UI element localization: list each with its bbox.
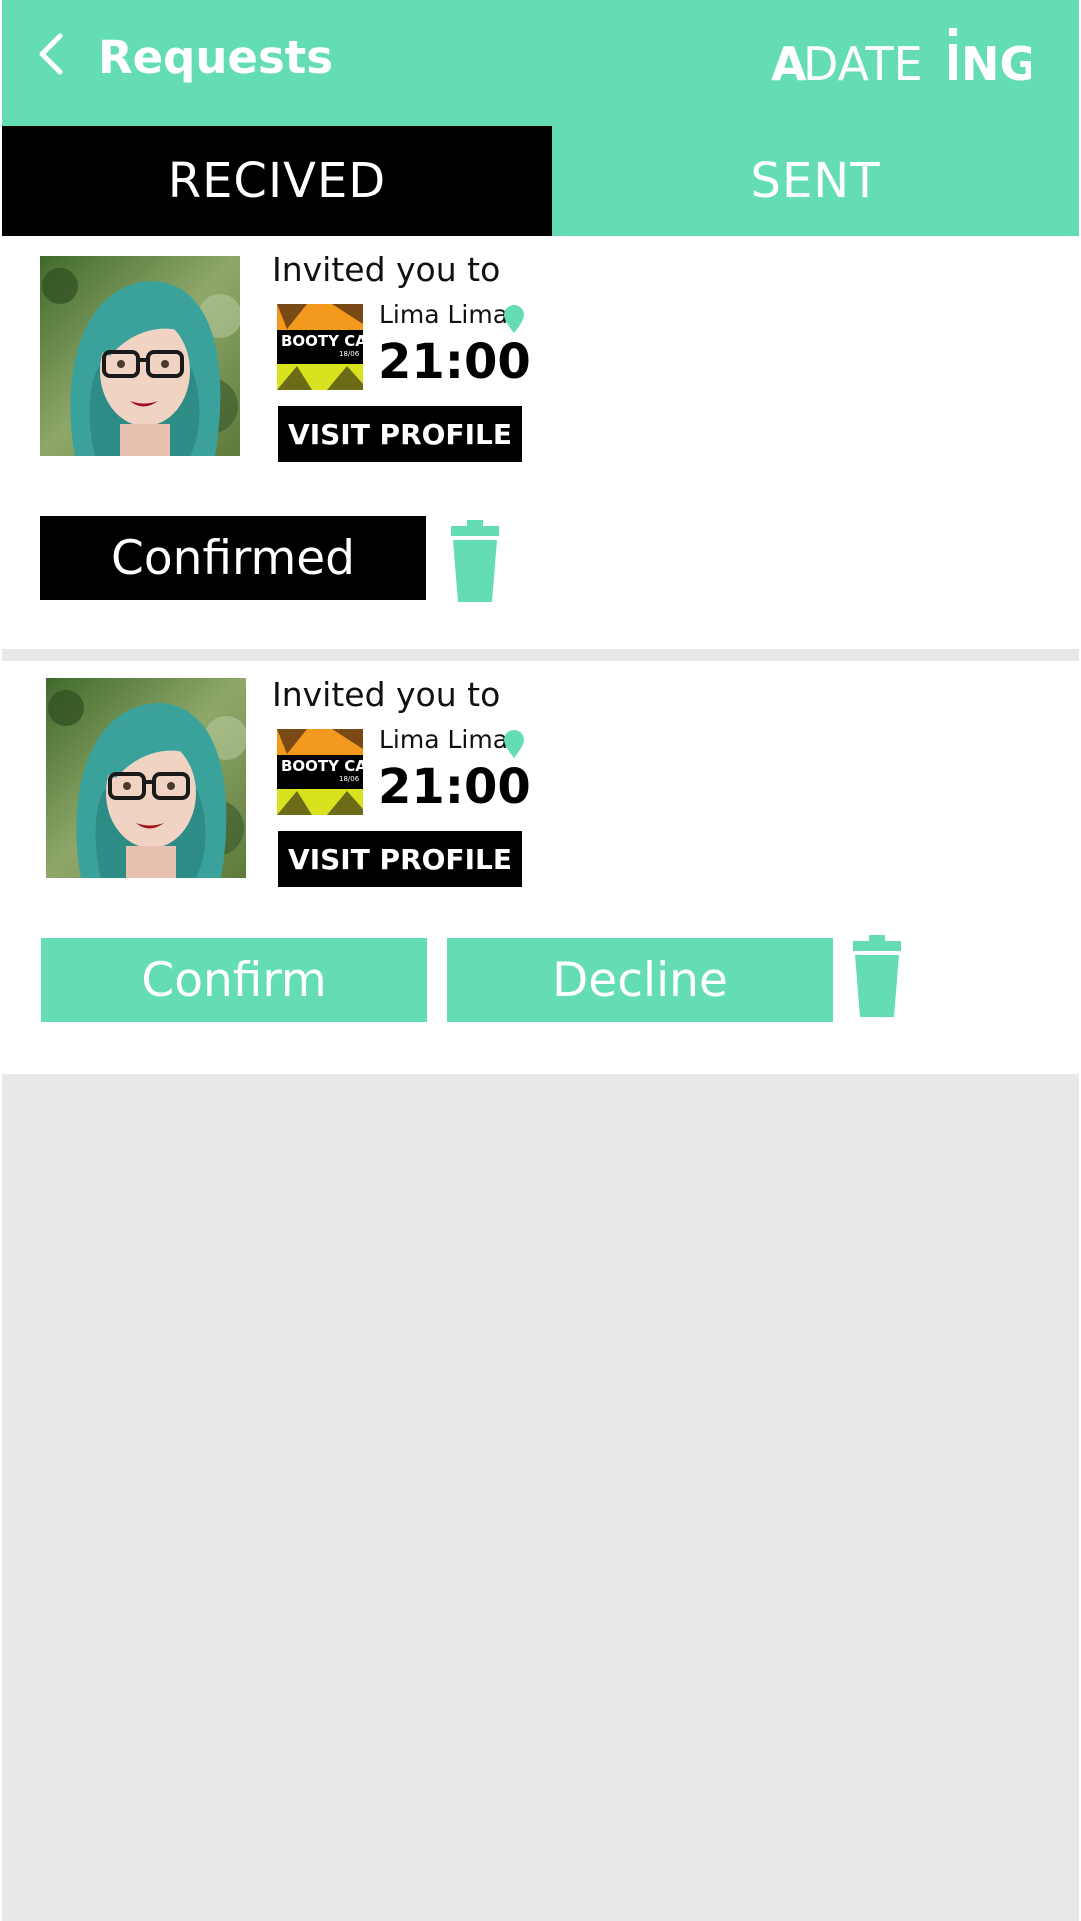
- invite-label: Invited you to: [272, 250, 501, 289]
- avatar[interactable]: [40, 256, 240, 456]
- location-pin-icon: [502, 304, 526, 334]
- invite-label: Invited you to: [272, 675, 501, 714]
- decline-button[interactable]: Decline: [447, 938, 833, 1022]
- tab-received[interactable]: RECIVED: [2, 126, 552, 236]
- confirm-button[interactable]: Confirm: [41, 938, 427, 1022]
- event-thumbnail[interactable]: BOOTY CALL 18/06: [277, 729, 363, 815]
- request-tabs: RECIVED SENT: [2, 126, 1079, 236]
- svg-text:NG: NG: [961, 37, 1031, 91]
- event-time: 21:00: [378, 334, 531, 390]
- request-card: Invited you to BOOTY CALL 18/06 Lima Lim…: [2, 236, 1079, 649]
- delete-button[interactable]: [851, 935, 903, 1017]
- app-header: Requests A DATE NG: [2, 0, 1079, 126]
- event-image-text: BOOTY CALL: [281, 332, 363, 350]
- event-thumbnail[interactable]: BOOTY CALL 18/06: [277, 304, 363, 390]
- event-image-date: 18/06: [339, 775, 360, 783]
- request-card: Invited you to BOOTY CALL 18/06 Lima Lim…: [2, 661, 1079, 1074]
- back-button[interactable]: [32, 30, 70, 78]
- location-name: Lima Lima: [379, 300, 509, 329]
- svg-text:DATE: DATE: [803, 37, 923, 91]
- brand-logo: A DATE NG: [771, 22, 1031, 92]
- event-time: 21:00: [378, 759, 531, 815]
- trash-icon: [451, 520, 499, 602]
- svg-text:A: A: [771, 37, 807, 91]
- avatar[interactable]: [46, 678, 246, 878]
- event-image-date: 18/06: [339, 350, 360, 358]
- location-name: Lima Lima: [379, 725, 509, 754]
- visit-profile-button[interactable]: VISIT PROFILE: [278, 406, 522, 462]
- delete-button[interactable]: [449, 520, 501, 602]
- confirmed-button[interactable]: Confirmed: [40, 516, 426, 600]
- page-title: Requests: [98, 31, 334, 84]
- location-pin-icon: [502, 729, 526, 759]
- tab-sent[interactable]: SENT: [552, 126, 1079, 236]
- event-image-text: BOOTY CALL: [281, 757, 363, 775]
- chevron-left-icon: [39, 33, 63, 75]
- requests-screen: Requests A DATE NG RECIVED SENT Invited …: [2, 0, 1079, 1921]
- visit-profile-button[interactable]: VISIT PROFILE: [278, 831, 522, 887]
- trash-icon: [853, 935, 901, 1017]
